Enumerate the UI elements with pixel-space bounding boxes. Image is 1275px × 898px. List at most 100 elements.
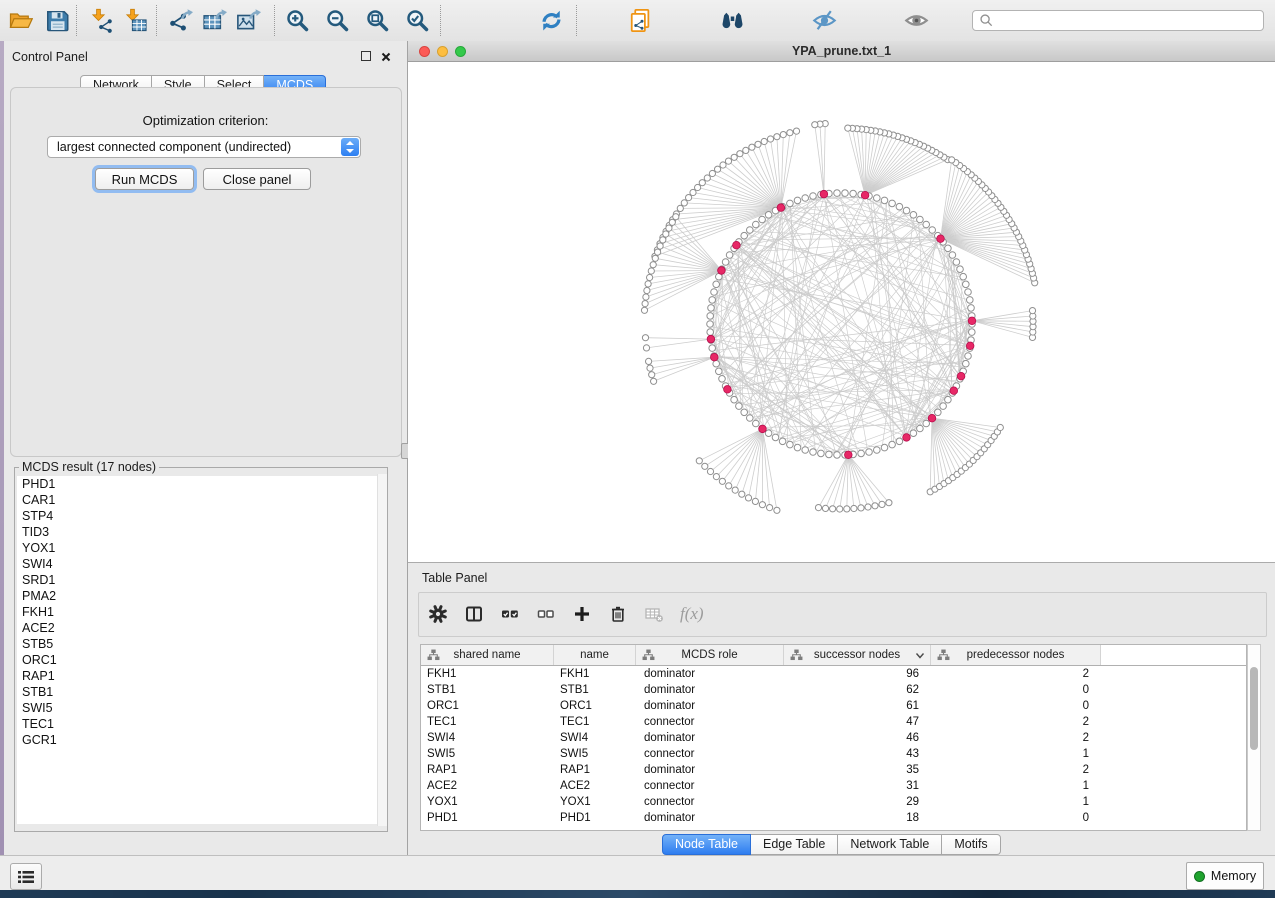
mcds-result-item[interactable]: ORC1 — [17, 652, 385, 668]
column-header-predecessor-nodes[interactable]: predecessor nodes — [931, 645, 1101, 665]
main-toolbar — [0, 0, 1275, 42]
select-all-icon[interactable] — [500, 604, 520, 624]
columns-icon[interactable] — [464, 604, 484, 624]
mcds-result-list: PHD1CAR1STP4TID3YOX1SWI4SRD1PMA2FKH1ACE2… — [17, 476, 385, 824]
mcds-result-item[interactable]: STB5 — [17, 636, 385, 652]
new-network-from-selection-icon[interactable] — [626, 6, 654, 34]
mcds-result-item[interactable]: TEC1 — [17, 716, 385, 732]
table-scrollbar[interactable] — [1247, 644, 1261, 831]
table-row[interactable]: SWI4SWI4dominator462 — [421, 730, 1246, 746]
search-input[interactable] — [972, 10, 1264, 31]
network-canvas[interactable] — [408, 62, 1275, 562]
dropdown-selected-value: largest connected component (undirected) — [57, 140, 291, 154]
toolbar-separator — [440, 5, 441, 36]
column-header-shared-name[interactable]: shared name — [421, 645, 554, 665]
memory-button-label: Memory — [1211, 869, 1256, 883]
mcds-list-scrollbar[interactable] — [377, 474, 387, 826]
column-tree-icon — [427, 649, 440, 661]
show-items-icon[interactable] — [902, 6, 930, 34]
mcds-result-item[interactable]: TID3 — [17, 524, 385, 540]
dropdown-stepper-icon — [341, 138, 359, 156]
table-row[interactable]: ACE2ACE2connector311 — [421, 778, 1246, 794]
column-header-MCDS-role[interactable]: MCDS role — [636, 645, 784, 665]
mcds-result-legend: MCDS result (17 nodes) — [19, 460, 159, 474]
table-row[interactable]: TEC1TEC1connector472 — [421, 714, 1246, 730]
list-icon — [18, 870, 34, 884]
table-row[interactable]: PHD1PHD1dominator180 — [421, 810, 1246, 826]
tab-network-table[interactable]: Network Table — [838, 834, 942, 855]
refresh-icon[interactable] — [537, 6, 565, 34]
table-row[interactable]: STB1STB1dominator620 — [421, 682, 1246, 698]
close-panel-icon[interactable] — [381, 49, 391, 67]
show-panels-list-button[interactable] — [10, 863, 42, 890]
network-view-window: YPA_prune.txt_1 — [408, 41, 1275, 562]
delete-column-icon[interactable] — [608, 604, 628, 624]
table-row[interactable]: SWI5SWI5connector431 — [421, 746, 1246, 762]
mcds-result-item[interactable]: PHD1 — [17, 476, 385, 492]
save-icon[interactable] — [42, 6, 70, 34]
node-table-body: FKH1FKH1dominator962STB1STB1dominator620… — [421, 666, 1246, 826]
zoom-selected-icon[interactable] — [403, 6, 431, 34]
run-mcds-button[interactable]: Run MCDS — [95, 168, 194, 190]
header-filler — [1101, 645, 1246, 665]
mcds-result-item[interactable]: FKH1 — [17, 604, 385, 620]
binoculars-icon[interactable] — [718, 6, 746, 34]
table-row[interactable]: FKH1FKH1dominator962 — [421, 666, 1246, 682]
toolbar-group — [626, 6, 930, 34]
close-panel-button[interactable]: Close panel — [203, 168, 311, 190]
export-table-icon[interactable] — [200, 6, 228, 34]
optimization-criterion-dropdown[interactable]: largest connected component (undirected) — [47, 136, 361, 158]
network-window-titlebar[interactable]: YPA_prune.txt_1 — [408, 41, 1275, 62]
open-folder-icon[interactable] — [6, 6, 34, 34]
float-panel-icon[interactable] — [361, 51, 371, 61]
mcds-result-group: MCDS result (17 nodes) PHD1CAR1STP4TID3Y… — [14, 460, 388, 832]
toolbar-separator — [274, 5, 275, 36]
deselect-all-icon[interactable] — [536, 604, 556, 624]
mcds-result-item[interactable]: SRD1 — [17, 572, 385, 588]
tab-motifs[interactable]: Motifs — [942, 834, 1000, 855]
import-network-icon[interactable] — [86, 6, 114, 34]
export-image-icon[interactable] — [234, 6, 262, 34]
zoom-fit-icon[interactable] — [363, 6, 391, 34]
mcds-result-item[interactable]: GCR1 — [17, 732, 385, 748]
export-network-icon[interactable] — [166, 6, 194, 34]
table-toolbar-icons: f(x) — [428, 604, 704, 624]
table-row[interactable]: YOX1YOX1connector291 — [421, 794, 1246, 810]
mcds-result-item[interactable]: PMA2 — [17, 588, 385, 604]
mcds-result-item[interactable]: CAR1 — [17, 492, 385, 508]
column-header-successor-nodes[interactable]: successor nodes — [784, 645, 931, 665]
mcds-result-item[interactable]: ACE2 — [17, 620, 385, 636]
mcds-result-item[interactable]: YOX1 — [17, 540, 385, 556]
column-header-name[interactable]: name — [554, 645, 636, 665]
toolbar-separator — [156, 5, 157, 36]
mcds-result-item[interactable]: STP4 — [17, 508, 385, 524]
column-tree-icon — [790, 649, 803, 661]
node-table-header: shared namenameMCDS rolesuccessor nodesp… — [421, 645, 1246, 666]
network-graph[interactable] — [408, 62, 1275, 562]
settings-gear-icon[interactable] — [428, 604, 448, 624]
column-tree-icon — [937, 649, 950, 661]
table-toolbar: f(x) — [418, 592, 1267, 637]
sort-indicator-icon — [915, 651, 925, 659]
memory-button[interactable]: Memory — [1186, 862, 1264, 890]
zoom-in-icon[interactable] — [283, 6, 311, 34]
memory-status-icon — [1194, 871, 1205, 882]
tab-node-table[interactable]: Node Table — [662, 834, 751, 855]
control-panel-title: Control Panel — [12, 50, 88, 64]
hide-items-icon[interactable] — [810, 6, 838, 34]
mcds-result-item[interactable]: SWI5 — [17, 700, 385, 716]
mcds-result-item[interactable]: STB1 — [17, 684, 385, 700]
zoom-out-icon[interactable] — [323, 6, 351, 34]
add-column-icon[interactable] — [572, 604, 592, 624]
function-builder-icon: f(x) — [680, 604, 704, 624]
table-scrollbar-thumb[interactable] — [1250, 667, 1258, 750]
toolbar-group — [86, 6, 148, 34]
table-panel: Table Panel f(x) shared namenameMCDS rol… — [408, 562, 1275, 855]
mcds-result-item[interactable]: RAP1 — [17, 668, 385, 684]
table-row[interactable]: RAP1RAP1dominator352 — [421, 762, 1246, 778]
tab-edge-table[interactable]: Edge Table — [751, 834, 838, 855]
network-window-title: YPA_prune.txt_1 — [408, 44, 1275, 58]
table-row[interactable]: ORC1ORC1dominator610 — [421, 698, 1246, 714]
mcds-result-item[interactable]: SWI4 — [17, 556, 385, 572]
import-table-icon[interactable] — [120, 6, 148, 34]
